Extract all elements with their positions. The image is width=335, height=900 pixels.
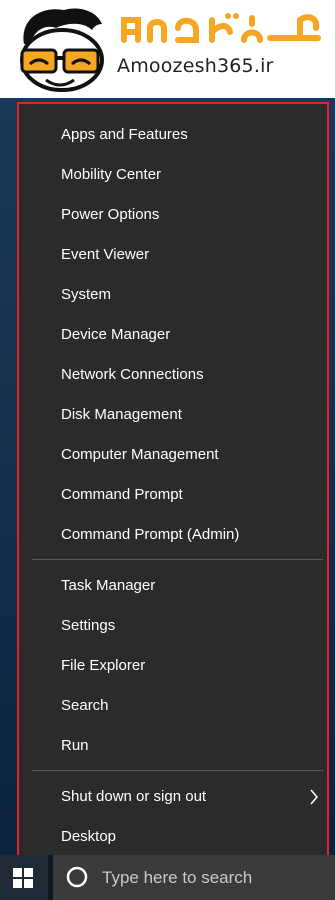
- menu-item-network-connections[interactable]: Network Connections: [61, 360, 204, 390]
- menu-item-task-manager[interactable]: Task Manager: [61, 571, 155, 601]
- cortana-ring-icon: [66, 866, 88, 888]
- brand-url: Amoozesh365.ir: [117, 55, 274, 77]
- menu-item-command-prompt-admin[interactable]: Command Prompt (Admin): [61, 520, 239, 550]
- menu-item-computer-management[interactable]: Computer Management: [61, 440, 219, 470]
- menu-item-desktop[interactable]: Desktop: [61, 822, 116, 852]
- menu-item-shut-down-or-sign-out[interactable]: Shut down or sign out: [61, 782, 206, 812]
- menu-item-search[interactable]: Search: [61, 691, 109, 721]
- taskbar-search-box[interactable]: Type here to search: [53, 855, 335, 900]
- menu-item-event-viewer[interactable]: Event Viewer: [61, 240, 149, 270]
- search-placeholder: Type here to search: [102, 868, 253, 887]
- menu-item-run[interactable]: Run: [61, 731, 89, 761]
- brand-persian-wordmark: [121, 13, 321, 43]
- windows-logo-icon: [13, 868, 33, 888]
- menu-separator: [32, 559, 323, 560]
- brand-logo-icon: [20, 8, 104, 92]
- menu-item-disk-management[interactable]: Disk Management: [61, 400, 182, 430]
- menu-separator: [32, 770, 323, 771]
- menu-item-file-explorer[interactable]: File Explorer: [61, 651, 145, 681]
- menu-item-command-prompt[interactable]: Command Prompt: [61, 480, 183, 510]
- brand-header: Amoozesh365.ir: [0, 0, 335, 98]
- menu-item-device-manager[interactable]: Device Manager: [61, 320, 170, 350]
- menu-item-system[interactable]: System: [61, 280, 111, 310]
- menu-item-apps-and-features[interactable]: Apps and Features: [61, 120, 188, 150]
- taskbar: Type here to search: [0, 855, 335, 900]
- menu-item-mobility-center[interactable]: Mobility Center: [61, 160, 161, 190]
- menu-item-settings[interactable]: Settings: [61, 611, 115, 641]
- chevron-right-icon: [310, 789, 318, 805]
- winx-context-menu: Apps and Features Mobility Center Power …: [17, 102, 329, 863]
- menu-item-power-options[interactable]: Power Options: [61, 200, 159, 230]
- start-button[interactable]: [0, 855, 48, 900]
